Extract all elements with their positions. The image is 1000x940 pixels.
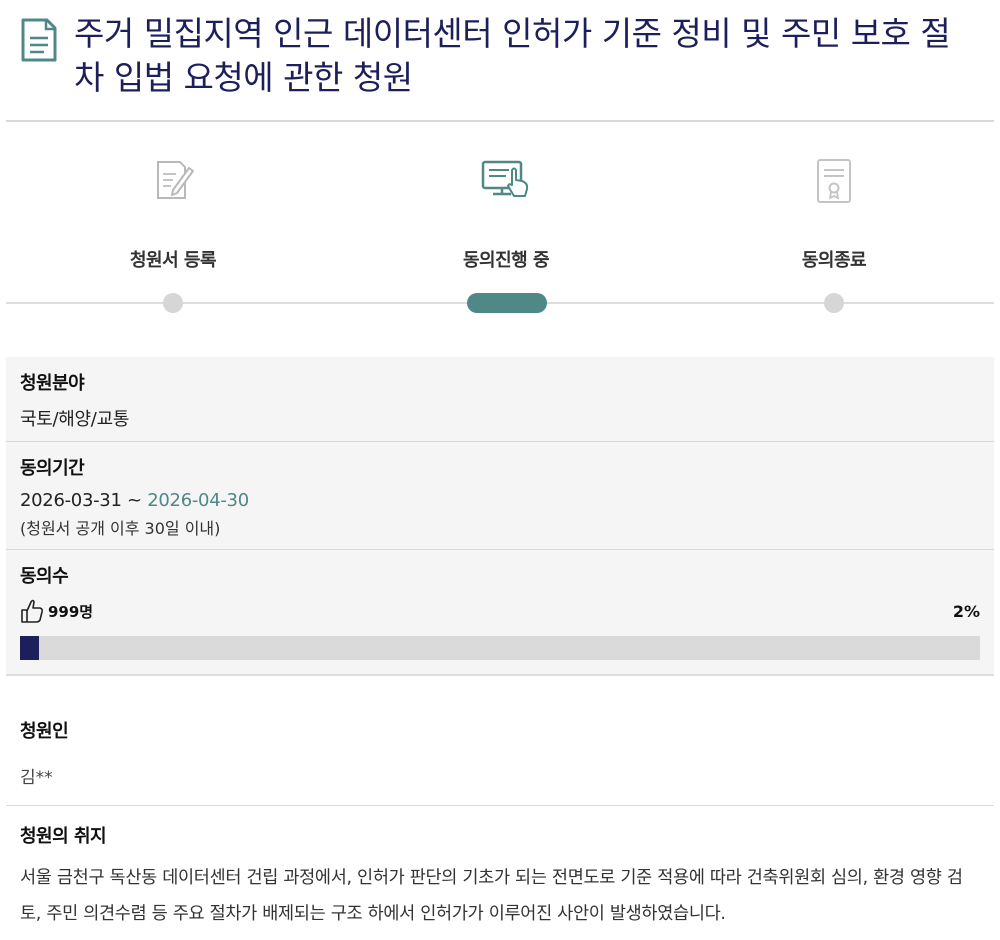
period-start: 2026-03-31 bbox=[20, 490, 122, 511]
petitioner-label: 청원인 bbox=[20, 721, 69, 742]
certificate-icon bbox=[817, 159, 851, 203]
step-dot-done bbox=[163, 293, 183, 313]
consent-percent: 2% bbox=[952, 601, 980, 621]
step-registered: 청원서 등록 bbox=[73, 150, 273, 272]
document-edit-icon bbox=[157, 161, 194, 199]
petition-info-panel: 청원분야 국토/해양/교통 동의기간 2026-03-31 ~ 2026-04-… bbox=[6, 357, 994, 676]
consent-count-text: 999명 bbox=[48, 602, 94, 621]
purpose-section: 청원의 취지 서울 금천구 독산동 데이터센터 건립 과정에서, 인허가 판단의… bbox=[6, 822, 994, 932]
period-label: 동의기간 bbox=[20, 458, 85, 479]
period-value: 2026-03-31 ~ 2026-04-30 bbox=[20, 490, 980, 511]
purpose-text: 서울 금천구 독산동 데이터센터 건립 과정에서, 인허가 판단의 기초가 되는… bbox=[20, 868, 963, 924]
consent-count: 999명 bbox=[20, 598, 93, 624]
consent-row: 동의수 999명 2% bbox=[6, 550, 994, 674]
consent-count-line: 999명 2% bbox=[20, 598, 980, 624]
consent-label: 동의수 bbox=[20, 566, 69, 587]
field-value: 국토/해양/교통 bbox=[20, 409, 130, 430]
thumbs-up-icon bbox=[21, 599, 44, 623]
petitioner-name: 김** bbox=[20, 768, 53, 788]
step-dot-pending bbox=[824, 293, 844, 313]
step-closed: 동의종료 bbox=[734, 150, 934, 272]
step-label: 동의진행 중 bbox=[462, 250, 550, 271]
field-row: 청원분야 국토/해양/교통 bbox=[6, 357, 994, 442]
period-end: 2026-04-30 bbox=[147, 490, 249, 511]
step-label: 동의종료 bbox=[801, 250, 867, 271]
consent-progress-bar bbox=[20, 636, 980, 660]
document-icon bbox=[21, 18, 57, 62]
period-row: 동의기간 2026-03-31 ~ 2026-04-30 (청원서 공개 이후 … bbox=[6, 442, 994, 550]
progress-steps: 청원서 등록 동의진행 중 동의종료 bbox=[0, 150, 1000, 320]
title-divider bbox=[6, 120, 994, 122]
title-area: 주거 밀집지역 인근 데이터센터 인허가 기준 정비 및 주민 보호 절차 입법… bbox=[20, 12, 980, 100]
petitioner-section: 청원인 김** bbox=[6, 717, 994, 788]
step-label: 청원서 등록 bbox=[129, 250, 217, 271]
section-divider bbox=[6, 805, 994, 806]
purpose-label: 청원의 취지 bbox=[20, 826, 107, 847]
step-indicator-current bbox=[467, 293, 547, 313]
page-title: 주거 밀집지역 인근 데이터센터 인허가 기준 정비 및 주민 보호 절차 입법… bbox=[74, 14, 951, 97]
monitor-touch-icon bbox=[481, 160, 529, 197]
period-separator: ~ bbox=[121, 490, 148, 511]
step-in-progress: 동의진행 중 bbox=[406, 150, 606, 272]
field-label: 청원분야 bbox=[20, 373, 85, 394]
consent-progress-fill bbox=[20, 636, 40, 660]
period-note: (청원서 공개 이후 30일 이내) bbox=[20, 519, 221, 538]
